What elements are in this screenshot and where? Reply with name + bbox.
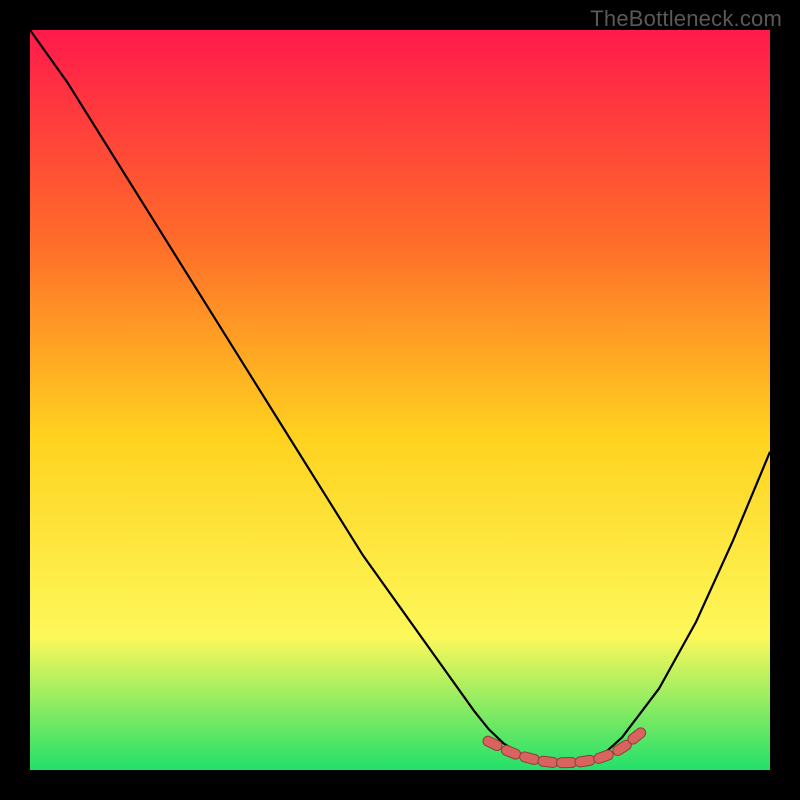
valley-marker xyxy=(537,756,558,768)
valley-marker xyxy=(556,757,576,767)
chart-frame: TheBottleneck.com xyxy=(0,0,800,800)
chart-plot-area xyxy=(30,30,770,770)
gradient-background xyxy=(30,30,770,770)
chart-svg xyxy=(30,30,770,770)
watermark-text: TheBottleneck.com xyxy=(590,6,782,32)
